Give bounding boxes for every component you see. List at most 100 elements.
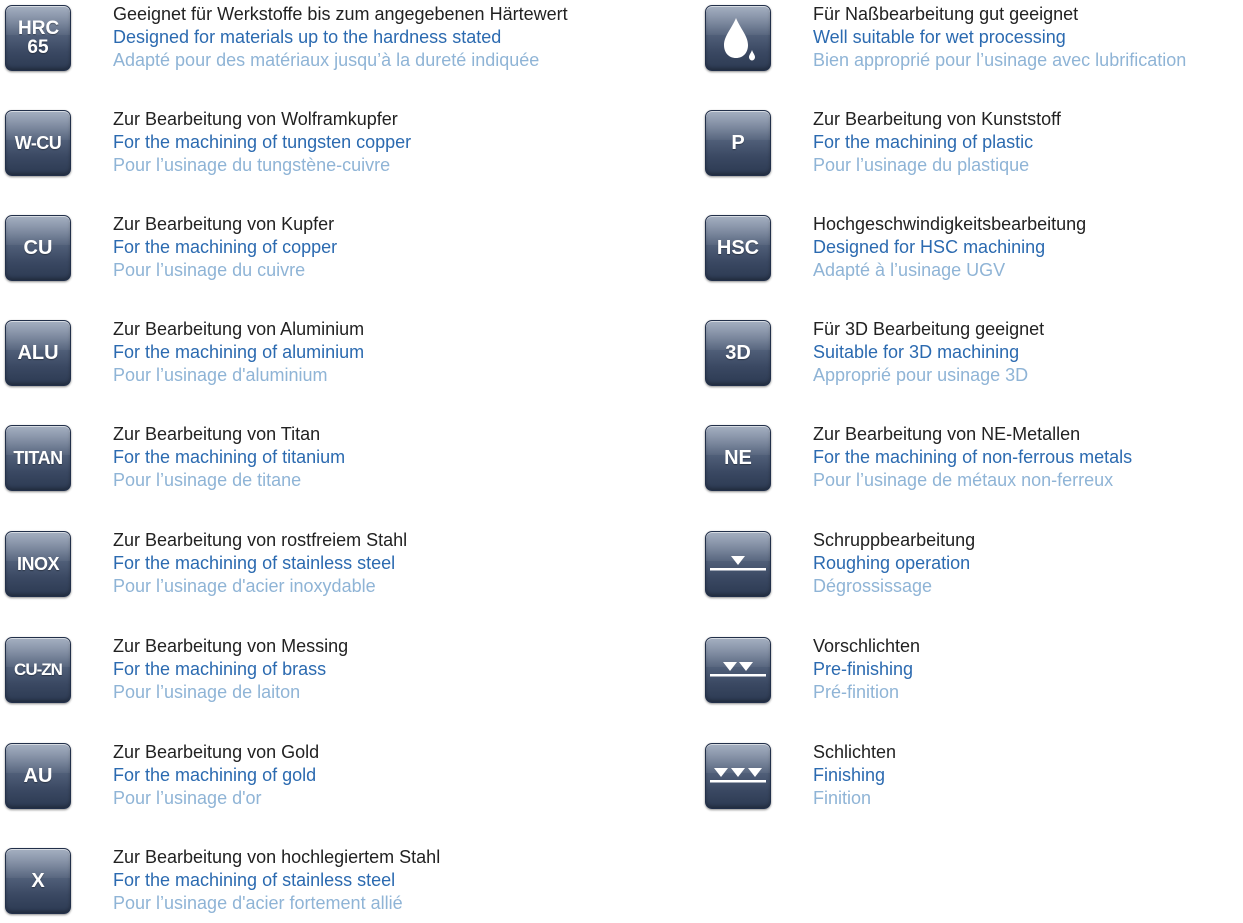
german-description: Vorschlichten [813, 636, 921, 656]
hsc-icon: HSC [705, 215, 771, 281]
legend-entry-titan: TITAN Zur Bearbeitung von Titan For the … [0, 420, 640, 520]
legend-entry-inox: INOX Zur Bearbeitung von rostfreiem Stah… [0, 526, 640, 626]
german-description: Geeignet für Werkstoffe bis zum angegebe… [113, 4, 568, 24]
3d-icon: 3D [705, 320, 771, 386]
icon-label: X [31, 870, 45, 892]
english-description: Roughing operation [813, 553, 971, 573]
german-description: Zur Bearbeitung von hochlegiertem Stahl [113, 847, 441, 867]
english-description: For the machining of tungsten copper [113, 132, 412, 152]
english-description: Well suitable for wet processing [813, 27, 1066, 47]
two-triangles-graphic [710, 662, 766, 677]
icon-label: INOX [16, 554, 60, 574]
french-description: Bien approprié pour l’usinage avec lubri… [813, 50, 1187, 70]
pre-finishing-two-triangles-icon [705, 637, 771, 703]
p-icon: P [705, 110, 771, 176]
german-description: Zur Bearbeitung von Messing [113, 636, 349, 656]
legend-entry-ne: NE Zur Bearbeitung von NE-Metallen For t… [700, 420, 1243, 520]
legend-entry-pre-finishing: Vorschlichten Pre-finishing Pré-finition [700, 632, 1243, 732]
english-description: For the machining of titanium [113, 447, 346, 467]
icon-label: HSC [716, 237, 760, 259]
french-description: Pour l’usinage de métaux non-ferreux [813, 470, 1114, 490]
alu-icon: ALU [5, 320, 71, 386]
french-description: Pour l’usinage d'acier fortement allié [113, 893, 403, 913]
icon-label: CU-ZN [14, 660, 63, 679]
english-description: For the machining of plastic [813, 132, 1034, 152]
one-triangle-graphic [710, 556, 766, 571]
icon-label: CU [23, 237, 53, 259]
german-description: Schruppbearbeitung [813, 530, 976, 550]
hrc-65-icon: HRC 65 [5, 5, 71, 71]
english-description: For the machining of copper [113, 237, 338, 257]
icon-label: P [731, 132, 745, 154]
legend-entry-plastic: P Zur Bearbeitung von Kunststoff For the… [700, 105, 1243, 205]
inox-icon: INOX [5, 531, 71, 597]
icon-label: 3D [725, 342, 751, 364]
german-description: Zur Bearbeitung von Kunststoff [813, 109, 1061, 129]
cu-icon: CU [5, 215, 71, 281]
english-description: For the machining of aluminium [113, 342, 365, 362]
german-description: Für Naßbearbeitung gut geeignet [813, 4, 1079, 24]
legend-entry-hrc-65: HRC 65 Geeignet für Werkstoffe bis zum a… [0, 0, 640, 100]
legend-entry-3d: 3D Für 3D Bearbeitung geeignet Suitable … [700, 315, 1243, 415]
cu-zn-icon: CU-ZN [5, 637, 71, 703]
legend-entry-cu: CU Zur Bearbeitung von Kupfer For the ma… [0, 210, 640, 310]
ne-icon: NE [705, 425, 771, 491]
english-description: For the machining of brass [113, 659, 327, 679]
german-description: Zur Bearbeitung von Titan [113, 424, 321, 444]
au-icon: AU [5, 743, 71, 809]
german-description: Schlichten [813, 742, 897, 762]
icon-label: NE [724, 447, 752, 469]
w-cu-icon: W-CU [5, 110, 71, 176]
german-description: Zur Bearbeitung von Aluminium [113, 319, 365, 339]
english-description: Finishing [813, 765, 886, 785]
water-drop-icon [705, 5, 771, 71]
german-description: Hochgeschwindigkeitsbearbeitung [813, 214, 1087, 234]
legend-entry-wet-processing: Für Naßbearbeitung gut geeignet Well sui… [700, 0, 1243, 100]
icon-label: ALU [17, 342, 59, 364]
icon-label: HRC 65 [18, 18, 60, 58]
english-description: For the machining of non-ferrous metals [813, 447, 1133, 467]
french-description: Adapté pour des matériaux jusqu’à la dur… [113, 50, 540, 70]
french-description: Pour l’usinage d'acier inoxydable [113, 576, 376, 596]
french-description: Adapté à l’usinage UGV [813, 260, 1006, 280]
x-icon: X [5, 848, 71, 914]
french-description: Dégrossissage [813, 576, 933, 596]
legend-entry-x: X Zur Bearbeitung von hochlegiertem Stah… [0, 843, 640, 923]
legend-entry-finishing: Schlichten Finishing Finition [700, 738, 1243, 838]
english-description: Designed for materials up to the hardnes… [113, 27, 502, 47]
icon-label: TITAN [13, 448, 63, 468]
french-description: Pour l’usinage du tungstène-cuivre [113, 155, 391, 175]
finishing-three-triangles-icon [705, 743, 771, 809]
french-description: Finition [813, 788, 872, 808]
english-description: Suitable for 3D machining [813, 342, 1020, 362]
icon-label: AU [23, 765, 53, 787]
french-description: Pour l’usinage d'or [113, 788, 262, 808]
french-description: Approprié pour usinage 3D [813, 365, 1029, 385]
french-description: Pour l’usinage du plastique [813, 155, 1030, 175]
german-description: Zur Bearbeitung von Wolframkupfer [113, 109, 398, 129]
english-description: For the machining of stainless steel [113, 553, 396, 573]
english-description: Pre-finishing [813, 659, 914, 679]
legend-entry-au: AU Zur Bearbeitung von Gold For the mach… [0, 738, 640, 838]
english-description: Designed for HSC machining [813, 237, 1046, 257]
german-description: Zur Bearbeitung von rostfreiem Stahl [113, 530, 408, 550]
legend-entry-alu: ALU Zur Bearbeitung von Aluminium For th… [0, 315, 640, 415]
legend-entry-w-cu: W-CU Zur Bearbeitung von Wolframkupfer F… [0, 105, 640, 205]
french-description: Pré-finition [813, 682, 900, 702]
icon-label: W-CU [14, 133, 62, 153]
legend-entry-roughing: Schruppbearbeitung Roughing operation Dé… [700, 526, 1243, 626]
english-description: For the machining of gold [113, 765, 317, 785]
english-description: For the machining of stainless steel [113, 870, 396, 890]
german-description: Zur Bearbeitung von Gold [113, 742, 320, 762]
french-description: Pour l’usinage de laiton [113, 682, 301, 702]
roughing-one-triangle-icon [705, 531, 771, 597]
german-description: Für 3D Bearbeitung geeignet [813, 319, 1045, 339]
french-description: Pour l’usinage de titane [113, 470, 302, 490]
legend-entry-cu-zn: CU-ZN Zur Bearbeitung von Messing For th… [0, 632, 640, 732]
french-description: Pour l’usinage d'aluminium [113, 365, 328, 385]
three-triangles-graphic [710, 768, 766, 783]
water-drop-graphic [724, 18, 755, 61]
titan-icon: TITAN [5, 425, 71, 491]
legend-entry-hsc: HSC Hochgeschwindigkeitsbearbeitung Desi… [700, 210, 1243, 310]
german-description: Zur Bearbeitung von NE-Metallen [813, 424, 1081, 444]
